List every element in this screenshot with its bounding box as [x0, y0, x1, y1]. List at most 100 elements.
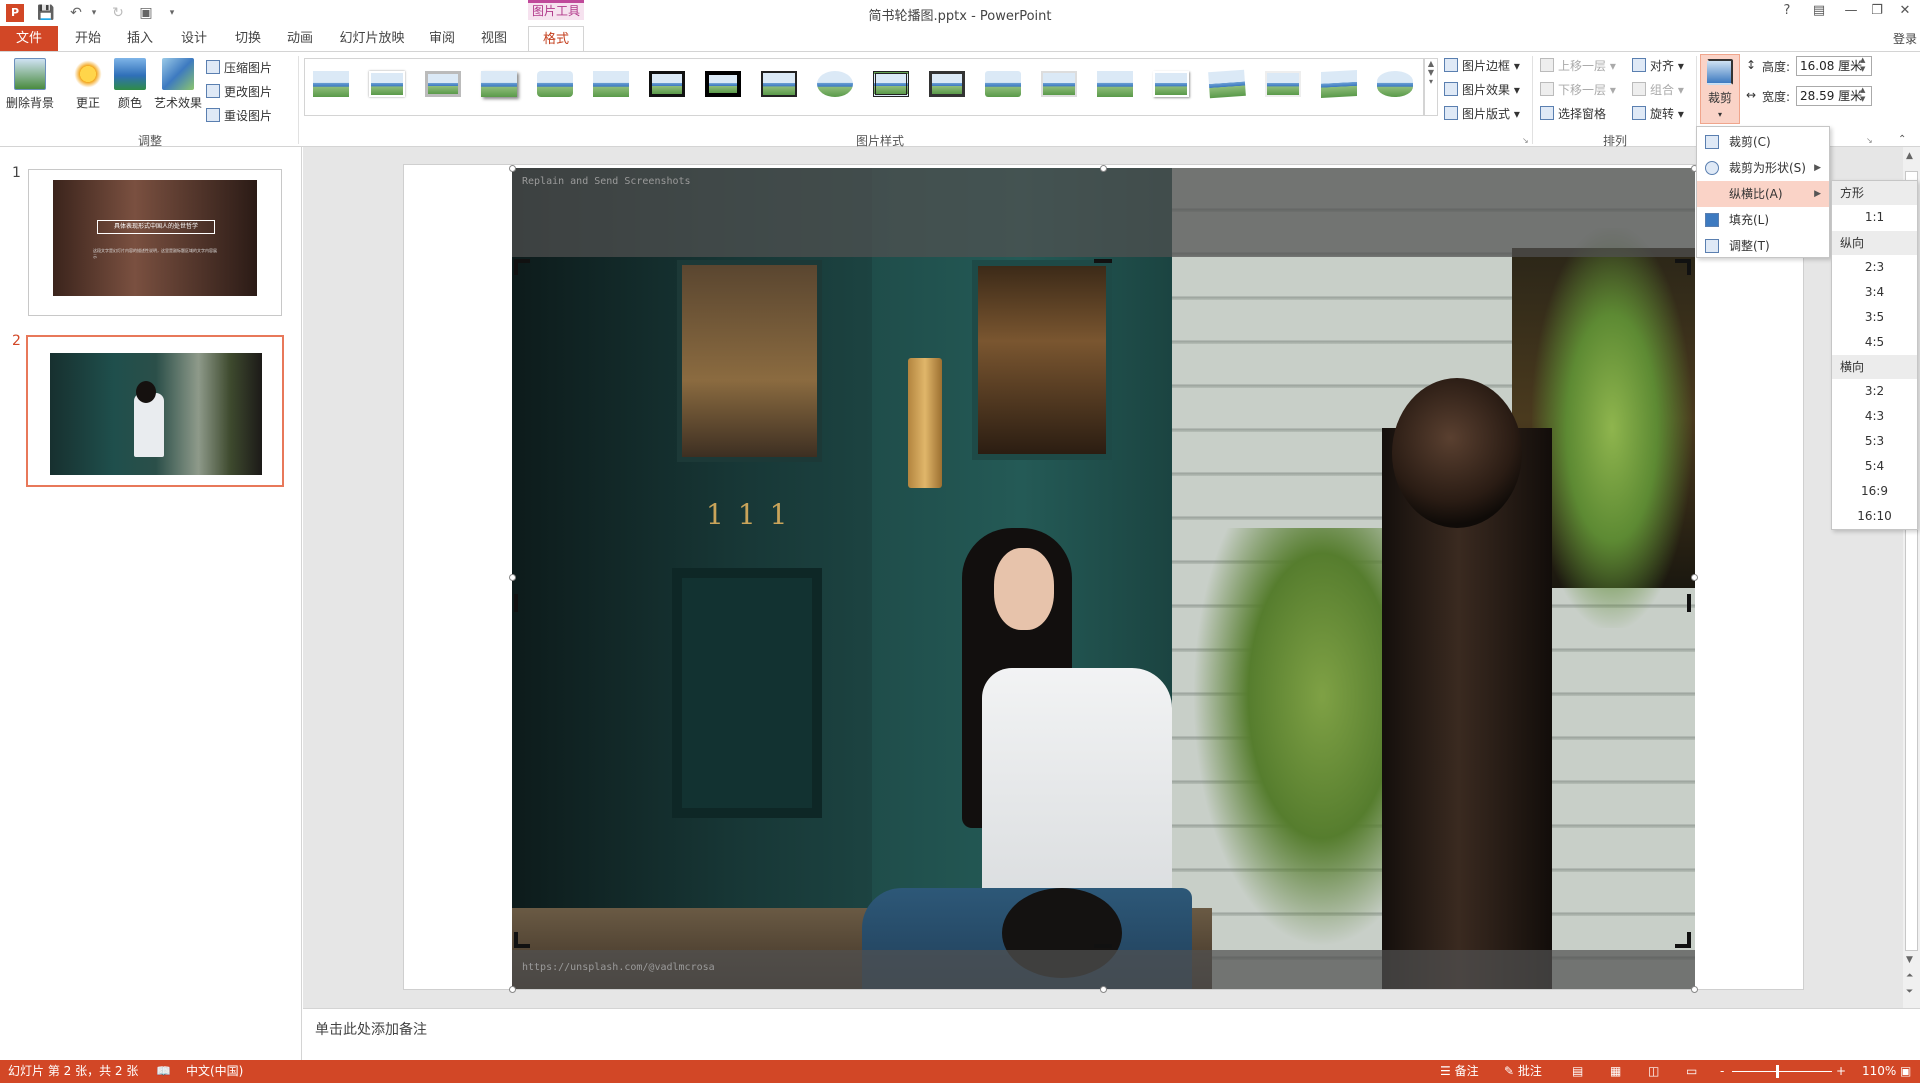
reading-view-icon[interactable]: ◫: [1648, 1060, 1659, 1083]
picture-style-4[interactable]: [477, 67, 521, 103]
send-backward-button[interactable]: 下移一层 ▾: [1540, 80, 1616, 100]
menu-item-crop-to-shape[interactable]: 裁剪为形状(S) ▶: [1697, 155, 1829, 181]
menu-item-aspect-ratio[interactable]: 纵横比(A) ▶: [1697, 181, 1829, 207]
remove-background-button[interactable]: 删除背景: [4, 58, 56, 111]
language-status[interactable]: 中文(中国): [186, 1060, 243, 1083]
menu-item-fit[interactable]: 调整(T): [1697, 233, 1829, 259]
group-button[interactable]: 组合 ▾: [1632, 80, 1684, 100]
tab-format[interactable]: 格式: [528, 26, 584, 52]
picture-style-15[interactable]: [1093, 67, 1137, 103]
picture-style-13[interactable]: [981, 67, 1025, 103]
picture-border-button[interactable]: 图片边框 ▾: [1444, 56, 1520, 76]
picture-style-8[interactable]: [701, 67, 745, 103]
zoom-slider[interactable]: [1732, 1071, 1832, 1072]
picture-style-2[interactable]: [365, 67, 409, 103]
zoom-slider-thumb[interactable]: [1776, 1065, 1779, 1078]
picture-style-19[interactable]: [1317, 67, 1361, 103]
gallery-scroll[interactable]: ▲ ▼ ▾: [1424, 58, 1438, 116]
tab-home[interactable]: 开始: [64, 26, 112, 52]
picture-layout-button[interactable]: 图片版式 ▾: [1444, 104, 1520, 124]
corrections-button[interactable]: 更正: [66, 58, 110, 111]
artistic-effects-button[interactable]: 艺术效果: [150, 58, 206, 111]
restore-icon[interactable]: ❐: [1866, 3, 1888, 23]
picture-style-10[interactable]: [813, 67, 857, 103]
selected-picture[interactable]: 111 Replain and Send Screenshots https:/…: [512, 168, 1695, 989]
crop-handle-top[interactable]: [1094, 259, 1112, 263]
ribbon-display-icon[interactable]: ▤: [1808, 3, 1830, 23]
rotate-button[interactable]: 旋转 ▾: [1632, 104, 1684, 124]
styles-dialog-launcher-icon[interactable]: ↘: [1522, 136, 1529, 145]
aspect-4-3[interactable]: 4:3: [1832, 404, 1917, 429]
crop-handle-left[interactable]: [514, 594, 518, 612]
crop-button[interactable]: 裁剪 ▾: [1700, 54, 1740, 124]
picture-style-9[interactable]: [757, 67, 801, 103]
picture-style-1[interactable]: [309, 67, 353, 103]
color-button[interactable]: 颜色: [110, 58, 150, 111]
tab-view[interactable]: 视图: [470, 26, 518, 52]
spellcheck-icon[interactable]: 📖: [156, 1060, 171, 1083]
login-link[interactable]: 登录: [1890, 26, 1920, 52]
menu-item-crop[interactable]: 裁剪(C): [1697, 129, 1829, 155]
slide-sorter-icon[interactable]: ▦: [1610, 1060, 1621, 1083]
height-spinner[interactable]: ▲ ▼: [1860, 56, 1865, 74]
picture-effects-button[interactable]: 图片效果 ▾: [1444, 80, 1520, 100]
next-slide-icon[interactable]: ⏷: [1906, 987, 1913, 997]
minimize-icon[interactable]: —: [1840, 3, 1862, 23]
picture-style-16[interactable]: [1149, 67, 1193, 103]
reset-picture-button[interactable]: 重设图片: [206, 106, 272, 126]
resize-handle[interactable]: [509, 986, 516, 993]
width-spinner[interactable]: ▲ ▼: [1860, 86, 1865, 104]
tab-review[interactable]: 审阅: [418, 26, 466, 52]
tab-design[interactable]: 设计: [170, 26, 218, 52]
aspect-1-1[interactable]: 1:1: [1832, 205, 1917, 230]
close-icon[interactable]: ✕: [1894, 3, 1916, 23]
picture-style-12[interactable]: [925, 67, 969, 103]
zoom-in-button[interactable]: +: [1836, 1060, 1846, 1083]
aspect-3-5[interactable]: 3:5: [1832, 305, 1917, 330]
aspect-5-3[interactable]: 5:3: [1832, 429, 1917, 454]
resize-handle[interactable]: [1691, 574, 1698, 581]
picture-style-18[interactable]: [1261, 67, 1305, 103]
aspect-5-4[interactable]: 5:4: [1832, 454, 1917, 479]
picture-style-17[interactable]: [1205, 67, 1249, 103]
help-button[interactable]: ?: [1776, 3, 1798, 23]
picture-style-6[interactable]: [589, 67, 633, 103]
resize-handle[interactable]: [509, 165, 516, 172]
align-button[interactable]: 对齐 ▾: [1632, 56, 1684, 76]
scroll-down-icon[interactable]: ▼: [1906, 955, 1913, 965]
resize-handle[interactable]: [509, 574, 516, 581]
normal-view-icon[interactable]: ▤: [1572, 1060, 1583, 1083]
compress-pictures-button[interactable]: 压缩图片: [206, 58, 272, 78]
resize-handle[interactable]: [1100, 165, 1107, 172]
bring-forward-button[interactable]: 上移一层 ▾: [1540, 56, 1616, 76]
crop-handle-right[interactable]: [1687, 594, 1691, 612]
previous-slide-icon[interactable]: ⏶: [1906, 971, 1913, 981]
change-picture-button[interactable]: 更改图片: [206, 82, 272, 102]
zoom-level[interactable]: 110%: [1862, 1060, 1896, 1083]
picture-style-20[interactable]: [1373, 67, 1417, 103]
resize-handle[interactable]: [1691, 986, 1698, 993]
crop-handle-bottom[interactable]: [1094, 944, 1112, 948]
slide-thumbnail-2[interactable]: [26, 335, 284, 487]
notes-pane[interactable]: 单击此处添加备注: [303, 1008, 1920, 1060]
slide-thumbnail-1[interactable]: 具体表现形式中国人的处世哲学 这段文字是幻灯片内容的描述性说明，这里是副标题区域…: [28, 169, 282, 316]
selection-pane-button[interactable]: 选择窗格: [1540, 104, 1606, 124]
tab-animations[interactable]: 动画: [276, 26, 324, 52]
scroll-up-icon[interactable]: ▲: [1906, 151, 1913, 161]
picture-style-5[interactable]: [533, 67, 577, 103]
picture-style-11[interactable]: [869, 67, 913, 103]
collapse-ribbon-icon[interactable]: ⌃: [1898, 134, 1906, 145]
comments-button[interactable]: ✎ 批注: [1504, 1060, 1542, 1083]
menu-item-fill[interactable]: 填充(L): [1697, 207, 1829, 233]
fit-slide-icon[interactable]: ▣: [1900, 1060, 1911, 1083]
resize-handle[interactable]: [1100, 986, 1107, 993]
picture-style-14[interactable]: [1037, 67, 1081, 103]
aspect-3-4[interactable]: 3:4: [1832, 280, 1917, 305]
aspect-3-2[interactable]: 3:2: [1832, 379, 1917, 404]
tab-slideshow[interactable]: 幻灯片放映: [330, 26, 414, 52]
zoom-out-button[interactable]: -: [1720, 1060, 1724, 1083]
tab-file[interactable]: 文件: [0, 26, 58, 52]
picture-style-3[interactable]: [421, 67, 465, 103]
aspect-16-9[interactable]: 16:9: [1832, 479, 1917, 504]
tab-transitions[interactable]: 切换: [224, 26, 272, 52]
